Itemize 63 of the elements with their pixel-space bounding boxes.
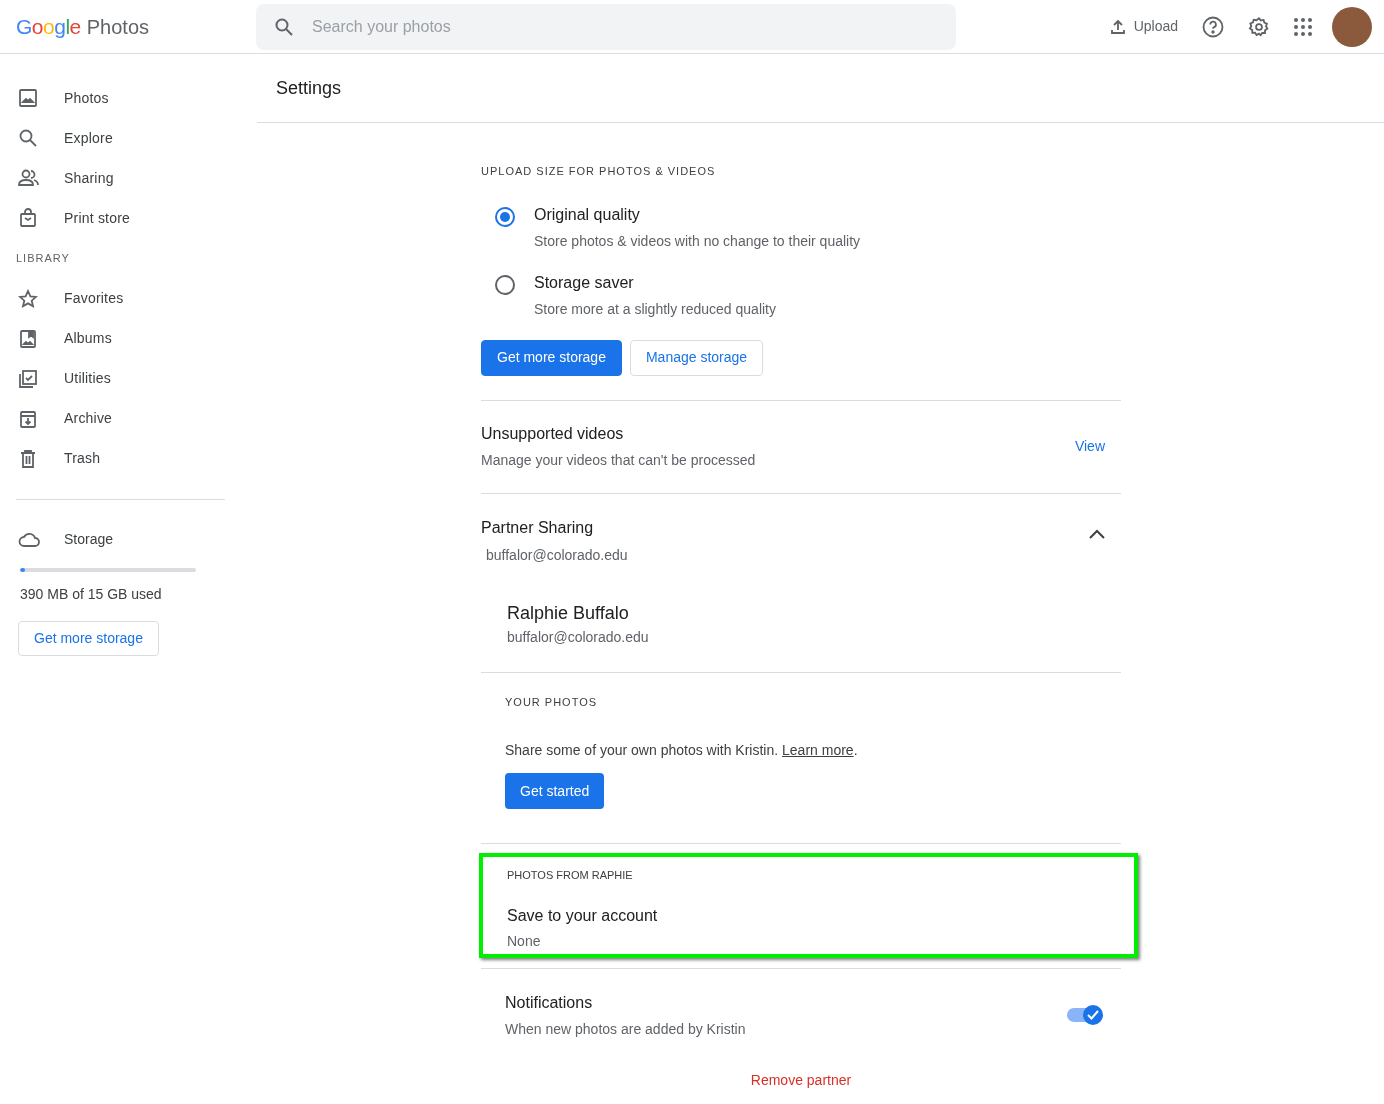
sidebar-item[interactable]: Utilities (0, 358, 225, 399)
radio-button[interactable] (495, 274, 515, 295)
page-title: Settings (276, 76, 342, 100)
storage-label[interactable]: Storage (64, 529, 114, 550)
sidebar-item[interactable]: Photos (0, 78, 225, 118)
sidebar-item[interactable]: Favorites (0, 278, 225, 319)
search-field[interactable]: Search your photos (256, 3, 956, 50)
chevron-icon[interactable] (1089, 528, 1105, 539)
sidebar-item[interactable]: Print store (0, 198, 225, 238)
get-started-button[interactable]: Get started (505, 773, 605, 809)
setting-title: Notifications (505, 992, 594, 1013)
sidebar-item[interactable]: Trash (0, 438, 225, 479)
option-description: Store more at a slightly reduced quality (534, 299, 776, 319)
upload-button[interactable]: Upload (1101, 8, 1186, 45)
search-icon (274, 16, 294, 37)
app-name: Photos (86, 14, 150, 40)
option-title: Storage saver (534, 272, 635, 293)
archive-icon (18, 408, 38, 429)
section-heading: UPLOAD SIZE FOR PHOTOS & VIDEOS (481, 164, 717, 179)
check-icon (1087, 1010, 1099, 1020)
sidebar-item[interactable]: Explore (0, 118, 225, 158)
option-title: Original quality (534, 204, 641, 225)
trash-icon (18, 448, 38, 469)
setting-title: Unsupported videos (481, 424, 625, 444)
view-link[interactable]: View (1074, 436, 1105, 457)
sidebar-item[interactable]: Albums (0, 318, 225, 359)
get-more-storage-button[interactable]: Get more storage (18, 620, 159, 656)
apps-grid-icon[interactable] (1294, 17, 1312, 36)
section-heading: LIBRARY (15, 251, 71, 266)
remove-partner-button[interactable]: Remove partner (750, 1069, 852, 1091)
setting-title: Partner Sharing (481, 517, 595, 538)
setting-description: When new photos are added by Kristin (505, 1019, 747, 1039)
partner-email: buffalor@colorado.edu (507, 627, 650, 647)
storage-usage: 390 MB of 15 GB used (20, 584, 163, 604)
logo-wordmark[interactable]: Google (16, 10, 81, 43)
sidebar-item[interactable]: Archive (0, 398, 225, 439)
checklist-icon (18, 368, 38, 389)
partner-email: buffalor@colorado.edu (486, 545, 629, 565)
radio-button[interactable] (495, 206, 515, 227)
learn-more-link[interactable]: Learn more (782, 742, 854, 758)
people-icon (18, 168, 40, 188)
cloud-icon (18, 531, 40, 548)
sidebar-item[interactable]: Sharing (0, 158, 225, 198)
setting-description: Manage your videos that can't be processed (481, 451, 757, 470)
setting-title: Save to your account (507, 905, 659, 926)
album-icon (18, 328, 38, 349)
section-heading: YOUR PHOTOS (505, 694, 599, 710)
partner-name: Ralphie Buffalo (507, 601, 630, 625)
search-icon (18, 128, 38, 148)
share-description: Share some of your own photos with Kristin. Learn more. (505, 741, 859, 760)
setting-value: None (507, 931, 542, 951)
upload-icon (1109, 18, 1126, 35)
storage-button[interactable]: Get more storage (481, 339, 622, 376)
bag-icon (18, 208, 38, 228)
star-icon (18, 288, 38, 309)
avatar[interactable] (1332, 6, 1372, 47)
section-heading: PHOTOS FROM RAPHIE (507, 868, 634, 883)
option-description: Store photos & videos with no change to their quality (534, 231, 861, 251)
storage-button[interactable]: Manage storage (629, 339, 764, 376)
photo-icon (18, 88, 38, 108)
toggle-switch[interactable] (1067, 1005, 1103, 1025)
settings-icon[interactable] (1248, 15, 1270, 38)
help-icon[interactable] (1202, 15, 1224, 38)
